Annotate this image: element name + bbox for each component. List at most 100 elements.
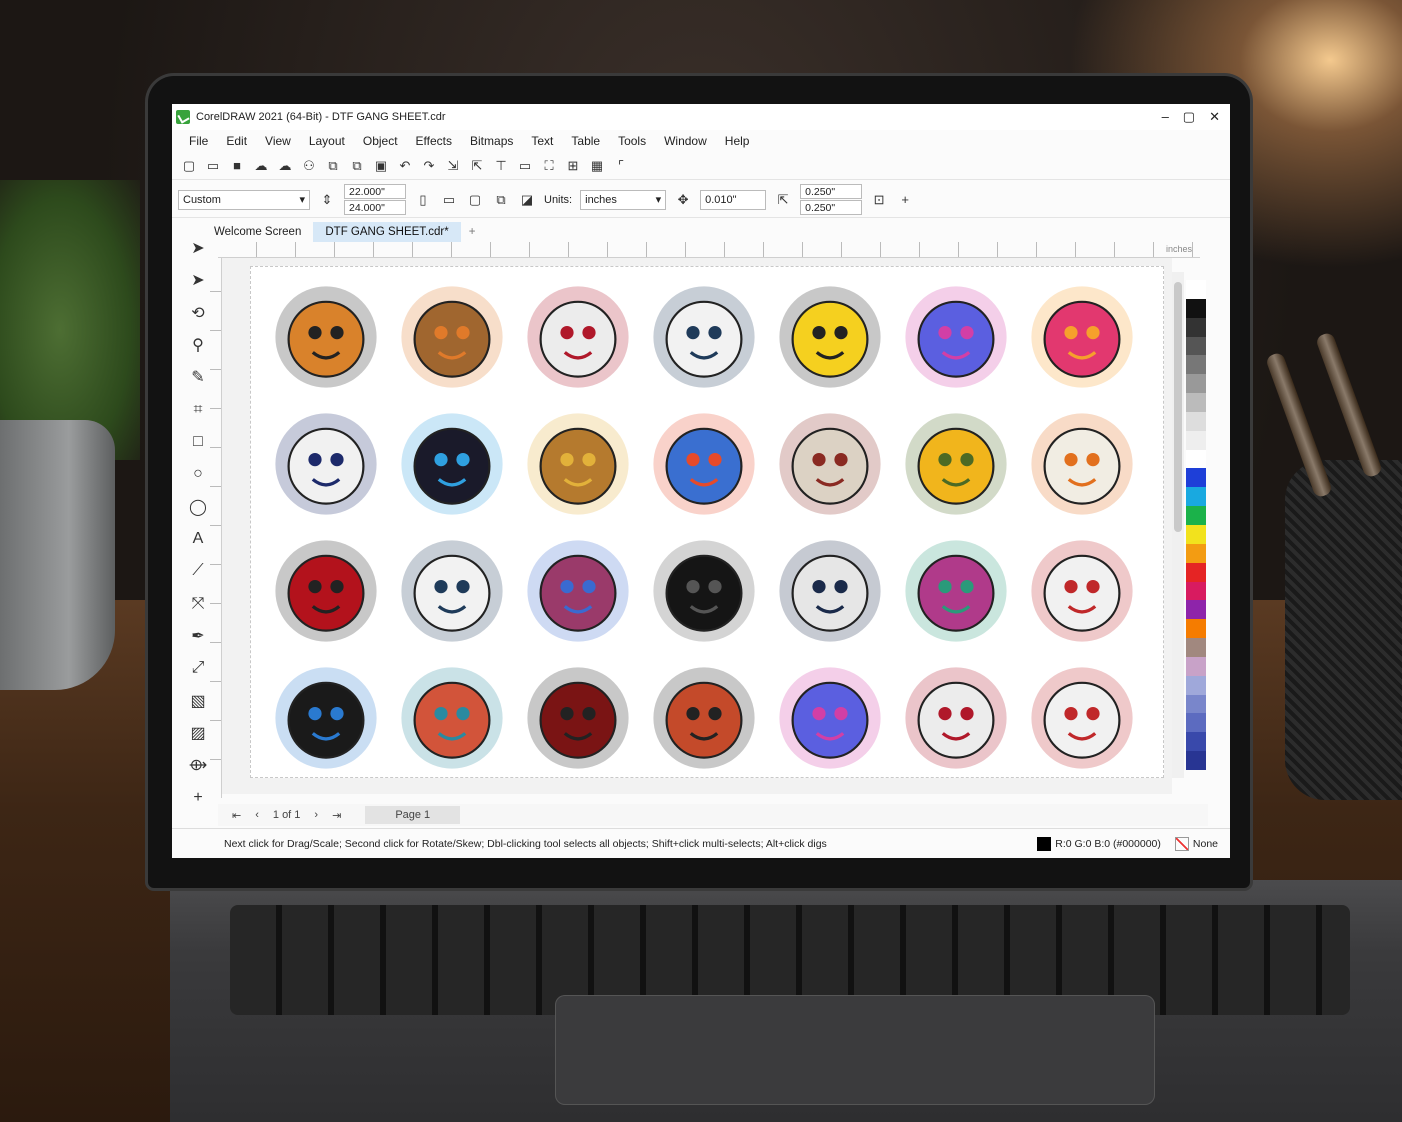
palette-swatch[interactable] xyxy=(1186,355,1206,375)
page-height-field[interactable]: 24.000" xyxy=(344,200,406,215)
sticker-astronaut-2[interactable] xyxy=(1019,654,1145,781)
sticker-skull-cap-roses-2[interactable] xyxy=(893,654,1019,781)
menu-effects[interactable]: Effects xyxy=(407,134,461,148)
palette-swatch[interactable] xyxy=(1186,732,1206,752)
cut-icon[interactable]: ⧉ xyxy=(324,157,342,175)
palette-swatch[interactable] xyxy=(1186,600,1206,620)
save-icon[interactable]: ■ xyxy=(228,157,246,175)
paste-icon[interactable]: ▣ xyxy=(372,157,390,175)
interactive-fill-icon[interactable]: ▨ xyxy=(187,721,209,745)
previous-page-button[interactable]: ‹ xyxy=(255,809,259,821)
palette-swatch[interactable] xyxy=(1186,393,1206,412)
sticker-x-symbol[interactable] xyxy=(641,527,767,654)
export-icon[interactable]: ⇱ xyxy=(468,157,486,175)
sticker-tiger[interactable] xyxy=(263,273,389,400)
sticker-smiley-drip[interactable] xyxy=(767,273,893,400)
sticker-butterfly[interactable] xyxy=(893,273,1019,400)
sticker-astronaut-small[interactable] xyxy=(1019,527,1145,654)
share-icon[interactable]: ⚇ xyxy=(300,157,318,175)
portrait-icon[interactable]: ▯ xyxy=(414,191,432,209)
polygon-tool-icon[interactable]: ◯ xyxy=(187,495,209,519)
palette-swatch[interactable] xyxy=(1186,336,1206,356)
sticker-teddy-bear[interactable] xyxy=(389,273,515,400)
close-button[interactable]: ✕ xyxy=(1209,109,1220,125)
sticker-skull-cap-roses[interactable] xyxy=(515,273,641,400)
nudge-field[interactable]: 0.010" xyxy=(700,189,767,210)
palette-swatch[interactable] xyxy=(1186,524,1206,544)
sticker-city-splash[interactable] xyxy=(515,654,641,781)
artistic-media-icon[interactable]: ⌗ xyxy=(187,398,209,422)
palette-swatch[interactable] xyxy=(1186,638,1206,657)
menu-layout[interactable]: Layout xyxy=(300,134,354,148)
minimize-button[interactable]: – xyxy=(1162,109,1169,125)
menu-object[interactable]: Object xyxy=(354,134,407,148)
zoom-tool-icon[interactable]: ⚲ xyxy=(187,333,209,357)
tab-dtf-gang-sheet[interactable]: DTF GANG SHEET.cdr* xyxy=(313,222,461,242)
palette-swatch[interactable] xyxy=(1186,468,1206,488)
sticker-butterfly-2[interactable] xyxy=(767,654,893,781)
add-icon[interactable]: + xyxy=(896,191,914,209)
palette-swatch[interactable] xyxy=(1186,411,1206,431)
palette-swatch[interactable] xyxy=(1186,581,1206,601)
crop-tool-icon[interactable]: ⟲ xyxy=(187,301,209,325)
palette-swatch[interactable] xyxy=(1186,656,1206,676)
sticker-motorcycle[interactable] xyxy=(263,654,389,781)
connector-tool-icon[interactable]: ⤧ xyxy=(187,592,209,616)
outline-indicator[interactable]: None xyxy=(1174,836,1218,851)
text-tool-icon[interactable]: A xyxy=(187,527,209,551)
options-icon[interactable]: ⊡ xyxy=(870,191,888,209)
page-width-field[interactable]: 22.000" xyxy=(344,184,406,199)
grid-icon[interactable]: ▦ xyxy=(588,157,606,175)
menu-text[interactable]: Text xyxy=(522,134,562,148)
first-page-button[interactable]: ⇤ xyxy=(232,809,241,822)
menu-window[interactable]: Window xyxy=(655,134,716,148)
import-icon[interactable]: ⇲ xyxy=(444,157,462,175)
menu-tools[interactable]: Tools xyxy=(609,134,655,148)
parallel-dimension-icon[interactable]: ⟋ xyxy=(187,559,209,583)
page-preset-select[interactable]: Custom ▾ xyxy=(178,189,310,210)
sticker-rose-rainbow[interactable] xyxy=(893,527,1019,654)
ellipse-tool-icon[interactable]: ○ xyxy=(187,462,209,486)
palette-swatch[interactable] xyxy=(1186,374,1206,394)
maximize-button[interactable]: ▢ xyxy=(1183,109,1195,125)
sticker-sneaker[interactable] xyxy=(641,400,767,527)
landscape-icon[interactable]: ▭ xyxy=(440,191,458,209)
add-tab-button[interactable]: + xyxy=(461,222,484,242)
palette-swatch[interactable] xyxy=(1186,280,1206,299)
palette-swatch[interactable] xyxy=(1186,430,1206,450)
publish-icon[interactable]: ⊤ xyxy=(492,157,510,175)
sticker-skull-splash[interactable] xyxy=(641,654,767,781)
scroll-thumb[interactable] xyxy=(1174,282,1182,532)
palette-swatch[interactable] xyxy=(1186,543,1206,563)
sticker-skull-orange[interactable] xyxy=(1019,400,1145,527)
page-tab[interactable]: Page 1 xyxy=(365,806,461,824)
cloud-icon[interactable]: ☁ xyxy=(252,157,270,175)
smart-fill-icon[interactable]: ⟴ xyxy=(187,753,209,777)
bleed-icon[interactable]: ◪ xyxy=(518,191,536,209)
copy-icon[interactable]: ⧉ xyxy=(348,157,366,175)
menu-file[interactable]: File xyxy=(180,134,217,148)
sticker-skull-headphones[interactable] xyxy=(767,400,893,527)
palette-swatch[interactable] xyxy=(1186,675,1206,695)
sticker-game-controller[interactable] xyxy=(389,400,515,527)
palette-swatch[interactable] xyxy=(1186,506,1206,525)
cloud-upload-icon[interactable]: ☁ xyxy=(276,157,294,175)
palette-swatch[interactable] xyxy=(1186,694,1206,714)
menu-edit[interactable]: Edit xyxy=(217,134,256,148)
duplicate-y-field[interactable]: 0.250" xyxy=(800,200,863,215)
zoom-level-icon[interactable]: ▭ xyxy=(516,157,534,175)
tab-welcome-screen[interactable]: Welcome Screen xyxy=(202,222,313,242)
freehand-tool-icon[interactable]: ✎ xyxy=(187,365,209,389)
current-page-icon[interactable]: ⧉ xyxy=(492,191,510,209)
drawing-canvas[interactable] xyxy=(222,258,1172,794)
transparency-tool-icon[interactable]: ▧ xyxy=(187,689,209,713)
new-document-icon[interactable]: ▢ xyxy=(180,157,198,175)
sticker-sunset-palms[interactable] xyxy=(1019,273,1145,400)
all-pages-icon[interactable]: ▢ xyxy=(466,191,484,209)
sticker-astronaut[interactable] xyxy=(263,400,389,527)
undo-icon[interactable]: ↶ xyxy=(396,157,414,175)
sticker-robot[interactable] xyxy=(515,527,641,654)
sticker-skull-bandana[interactable] xyxy=(767,527,893,654)
dropper-tool-icon[interactable]: ✒ xyxy=(187,624,209,648)
sticker-panda-sitting[interactable] xyxy=(389,527,515,654)
